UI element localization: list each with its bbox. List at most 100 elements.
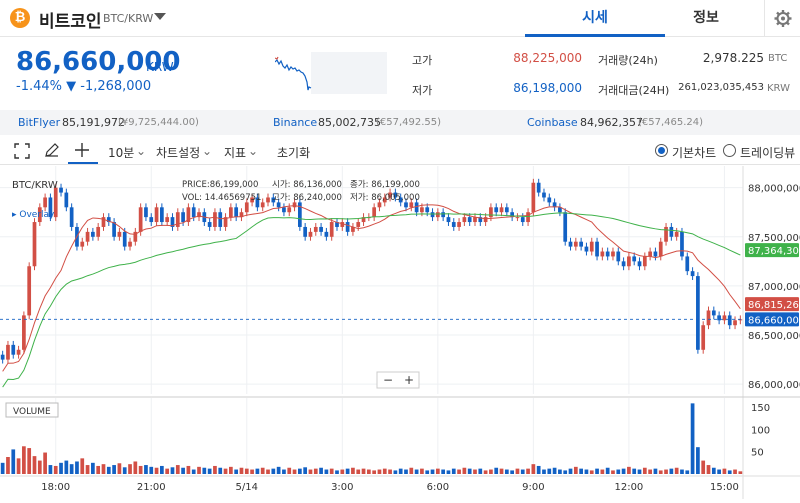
volume-bar: [266, 469, 270, 474]
chevron-down-icon[interactable]: ⌄: [248, 144, 258, 158]
volume-bar: [658, 470, 663, 474]
candle: [207, 222, 212, 227]
volume-bar: [600, 469, 605, 474]
price-chart[interactable]: 88,000,000 87,500,000 87,000,000 86,500,000…: [0, 166, 800, 499]
volume-bar: [122, 467, 127, 474]
candle: [595, 241, 599, 257]
volume-bar: [361, 468, 366, 474]
candle: [175, 212, 180, 227]
candle: [313, 226, 318, 232]
chart-toolbar: 10분 ⌄ 차트설정 ⌄ 지표 ⌄ 초기화 기본차트 트레이딩뷰: [0, 137, 800, 165]
candle: [324, 231, 329, 237]
candle: [430, 212, 435, 218]
coin-dropdown-icon[interactable]: [154, 13, 166, 20]
gear-icon[interactable]: [765, 0, 800, 37]
zoom-out-button[interactable]: −: [383, 373, 393, 387]
candle: [637, 261, 642, 267]
volume-bar: [69, 464, 74, 474]
chart-canvas[interactable]: 88,000,000 87,500,000 87,000,000 86,500,000…: [0, 166, 800, 499]
volume-bar: [642, 467, 647, 474]
volume-bar: [547, 468, 552, 474]
candle: [722, 315, 727, 321]
volume-bar: [435, 468, 440, 474]
volume-bar: [0, 462, 5, 474]
candle: [632, 256, 637, 262]
candle: [425, 207, 430, 213]
expand-icon[interactable]: [14, 143, 30, 159]
zoom-in-button[interactable]: +: [404, 373, 414, 387]
volume-tick-label: 50: [751, 448, 764, 459]
chevron-down-icon[interactable]: ⌄: [136, 144, 146, 158]
volume-bar: [579, 468, 583, 474]
candle: [32, 222, 37, 267]
volume-bar: [149, 466, 154, 474]
candle: [483, 217, 488, 223]
exchange-sub-binance: (€57,492.55): [376, 117, 442, 128]
candle: [542, 192, 546, 198]
candle: [589, 241, 594, 252]
coin-pair[interactable]: BTC/KRW: [103, 12, 153, 25]
candle: [653, 251, 658, 257]
x-tick-label: 3:00: [331, 482, 353, 493]
volume-bar: [80, 458, 85, 474]
settings-button[interactable]: [764, 0, 800, 37]
volume-tick-label: 150: [751, 403, 770, 414]
candle: [642, 256, 647, 267]
tab-info[interactable]: 정보: [636, 0, 776, 37]
chevron-down-icon[interactable]: ⌄: [202, 144, 212, 158]
volume-bar: [218, 467, 223, 474]
volume-bar: [653, 468, 658, 474]
price-marker-label: 86,660,000: [748, 315, 800, 326]
pencil-icon[interactable]: [44, 142, 60, 158]
candle: [701, 325, 706, 350]
basic-chart-label[interactable]: 기본차트: [672, 144, 716, 161]
interval-select[interactable]: 10분: [108, 144, 134, 161]
amount-24h-label: 거래대금(24H): [598, 84, 670, 97]
amount-24h-unit: KRW: [767, 83, 790, 94]
coin-name[interactable]: 비트코인: [39, 7, 102, 32]
legend-price: PRICE:86,199,000: [182, 180, 258, 190]
candle: [64, 192, 69, 208]
volume-bar: [16, 458, 21, 474]
candle: [584, 246, 589, 252]
chart-settings-button[interactable]: 차트설정: [156, 144, 200, 161]
indicators-button[interactable]: 지표: [224, 144, 246, 161]
exchange-name-binance: Binance: [273, 116, 318, 129]
candle: [345, 222, 350, 232]
candle: [616, 251, 621, 262]
basic-chart-radio[interactable]: [655, 144, 668, 157]
volume-bar: [239, 467, 244, 474]
volume-bar: [605, 467, 610, 474]
x-tick-label: 9:00: [522, 482, 544, 493]
candle: [441, 212, 446, 218]
volume-bar: [462, 467, 467, 474]
candle: [80, 241, 85, 247]
volume-bar: [542, 469, 546, 474]
low-label: 저가: [412, 84, 433, 97]
candle: [568, 241, 573, 247]
tradingview-radio[interactable]: [723, 144, 736, 157]
volume-bar: [372, 470, 377, 474]
candle: [244, 202, 249, 213]
volume-bar: [457, 469, 461, 474]
candle: [504, 207, 509, 213]
candle: [685, 256, 690, 272]
crosshair-icon[interactable]: [72, 141, 92, 159]
candle: [27, 266, 32, 316]
candle: [420, 207, 424, 213]
candle: [579, 241, 583, 247]
volume-bar: [727, 470, 732, 474]
volume-bar: [568, 468, 573, 474]
x-tick-label: 21:00: [137, 482, 166, 493]
candle: [669, 226, 674, 237]
tradingview-label[interactable]: 트레이딩뷰: [740, 144, 795, 161]
volume-bar: [589, 470, 594, 474]
volume-bar: [483, 470, 488, 474]
reset-button[interactable]: 초기화: [277, 144, 310, 161]
chart-title: BTC/KRW: [12, 180, 58, 191]
overlay-toggle[interactable]: ▸ Overlay: [12, 210, 55, 220]
candle: [680, 231, 684, 257]
volume-bar: [154, 467, 159, 474]
price-marker-label: 86,815,267: [748, 300, 800, 311]
volume-bar: [117, 463, 122, 474]
